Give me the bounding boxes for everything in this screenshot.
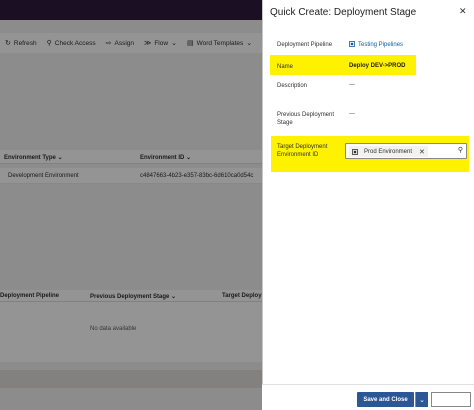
pipeline-link[interactable]: Testing Pipelines	[349, 41, 403, 48]
save-and-close-button[interactable]: Save and Close	[357, 392, 414, 407]
search-icon[interactable]: ⚲	[458, 146, 463, 154]
panel-title: Quick Create: Deployment Stage	[270, 7, 417, 18]
pipeline-record-icon	[349, 41, 355, 47]
target-environment-lookup[interactable]: Prod Environment ✕ ⚲	[345, 143, 467, 159]
close-icon[interactable]: ✕	[459, 6, 467, 17]
target-env-label-line2: Environment ID	[277, 152, 319, 158]
selected-environment-label: Prod Environment	[364, 148, 413, 155]
save-options-chevron-icon[interactable]: ⌄	[415, 392, 428, 407]
cancel-button[interactable]	[431, 392, 471, 407]
previous-stage-label-line1: Previous Deployment	[277, 112, 335, 118]
target-env-label-line1: Target Deployment	[277, 144, 328, 150]
description-field[interactable]: ---	[349, 82, 355, 88]
previous-stage-field[interactable]: ---	[349, 111, 355, 117]
name-field[interactable]: Deploy DEV->PROD	[349, 63, 406, 69]
environment-record-icon	[352, 148, 358, 155]
name-label: Name	[277, 64, 294, 70]
remove-chip-icon[interactable]: ✕	[419, 148, 425, 156]
previous-stage-label-line2: Stage	[277, 120, 293, 126]
panel-footer: Save and Close ⌄	[262, 384, 474, 410]
modal-overlay[interactable]	[0, 0, 262, 410]
selected-environment-chip[interactable]: Prod Environment ✕	[349, 146, 428, 157]
pipeline-label: Deployment Pipeline	[277, 42, 333, 48]
description-label: Description	[277, 83, 308, 89]
